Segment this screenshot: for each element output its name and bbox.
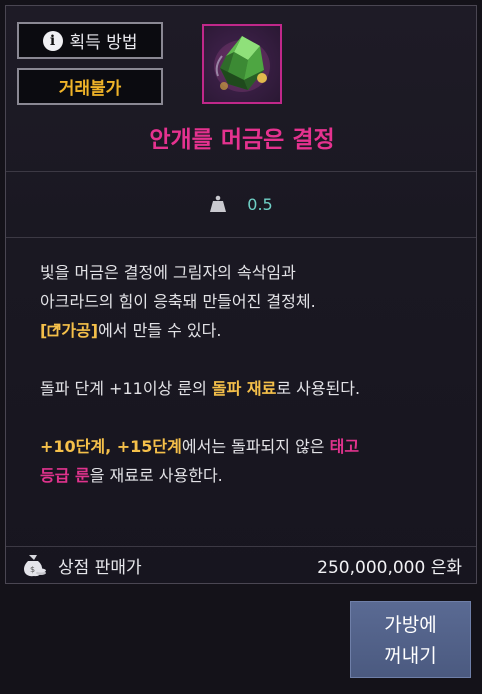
svg-text:$: $: [30, 565, 35, 574]
description-text: 에서 만들 수 있다.: [98, 321, 222, 340]
description-line: 등급 룬을 재료로 사용한다.: [40, 461, 460, 490]
highlight-text: +10단계, +15단계: [40, 437, 182, 456]
craft-link-label: 가공: [61, 321, 91, 340]
external-link-icon: [47, 323, 61, 337]
button-label-line: 가방에: [384, 613, 437, 636]
price-label: 상점 판매가: [58, 557, 142, 578]
grade-text: 등급 룬: [40, 466, 90, 485]
trade-status-label: 거래불가: [58, 79, 122, 99]
description-text: 에서는 돌파되지 않은: [181, 437, 330, 456]
craft-link[interactable]: [가공]: [40, 321, 98, 340]
description-line: 아크라드의 힘이 응축돼 만들어진 결정체.: [40, 292, 316, 311]
price-value: 250,000,000 은화: [317, 557, 462, 578]
info-icon: i: [42, 30, 63, 51]
weight-icon: [210, 195, 227, 212]
weight-value: 0.5: [247, 194, 273, 214]
item-icon-frame: [202, 24, 282, 104]
description-text: 을 재료로 사용한다.: [89, 466, 223, 485]
description-line: [가공]에서 만들 수 있다.: [40, 316, 460, 345]
item-tooltip-panel: i 획득 방법 거래불가 안개를 머금은 결정 0.5 빛을 머금은 결정에 그…: [5, 5, 477, 584]
acquire-method-label: 획득 방법: [69, 33, 138, 53]
money-bag-icon: $: [24, 555, 46, 577]
description-line: 돌파 단계 +11이상 룬의 돌파 재료로 사용된다.: [40, 374, 460, 403]
description-line: +10단계, +15단계에서는 돌파되지 않은 태고: [40, 432, 460, 461]
price-row: $ 상점 판매가 250,000,000 은화: [6, 546, 476, 584]
take-out-of-bag-button[interactable]: 가방에 꺼내기: [350, 601, 471, 678]
trade-status-badge: 거래불가: [17, 68, 163, 105]
item-description: 빛을 머금은 결정에 그림자의 속삭임과 아크라드의 힘이 응축돼 만들어진 결…: [40, 258, 460, 490]
description-line: 빛을 머금은 결정에 그림자의 속삭임과: [40, 263, 296, 282]
divider: [6, 237, 476, 238]
item-name: 안개를 머금은 결정: [149, 127, 335, 153]
crystal-item-icon: [214, 36, 270, 92]
button-label-line: 꺼내기: [384, 644, 437, 667]
description-text: 돌파 단계 +11이상 룬의: [40, 379, 212, 398]
grade-text: 태고: [329, 437, 360, 456]
weight-row: 0.5: [6, 171, 476, 237]
highlight-text: 돌파 재료: [211, 379, 277, 398]
acquire-method-button[interactable]: i 획득 방법: [17, 22, 163, 59]
description-text: 로 사용된다.: [276, 379, 361, 398]
